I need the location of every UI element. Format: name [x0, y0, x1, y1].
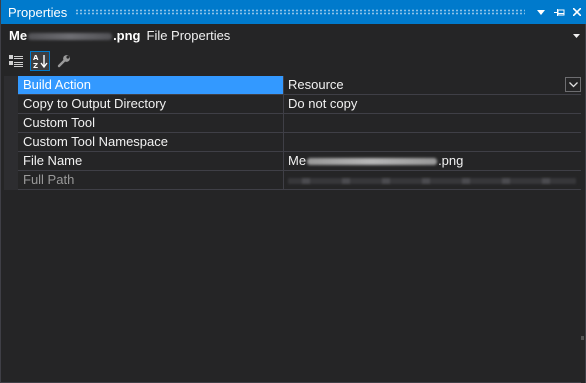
object-selector[interactable]: Me .png File Properties	[4, 24, 584, 46]
alphabetical-button[interactable]: A Z	[30, 51, 50, 71]
property-value[interactable]	[285, 133, 583, 151]
property-row-full-path[interactable]: Full Path	[4, 171, 583, 190]
property-grid: Build Action Resource Copy to Output Dir…	[4, 76, 583, 190]
close-button[interactable]	[569, 2, 585, 22]
pin-button[interactable]	[551, 2, 567, 22]
chevron-down-icon[interactable]	[573, 30, 580, 40]
categorized-button[interactable]	[6, 51, 26, 71]
property-name: Copy to Output Directory	[18, 95, 284, 113]
property-value-dropdown[interactable]: Resource	[285, 76, 583, 94]
redacted-text	[288, 177, 576, 184]
property-row-copy-to-output[interactable]: Copy to Output Directory Do not copy	[4, 95, 583, 114]
title-bar: Properties	[1, 0, 586, 24]
row-margin	[4, 133, 18, 152]
property-value[interactable]	[285, 114, 583, 132]
value-dropdown-button[interactable]	[565, 77, 581, 92]
close-icon	[573, 8, 581, 16]
property-value[interactable]: Me .png	[285, 152, 583, 170]
redacted-text	[307, 158, 438, 166]
chevron-down-icon	[537, 9, 545, 15]
property-name: Full Path	[18, 171, 284, 189]
property-name: Custom Tool Namespace	[18, 133, 284, 151]
property-pages-button[interactable]	[54, 51, 74, 71]
property-name: File Name	[18, 152, 284, 170]
svg-text:Z: Z	[33, 62, 38, 69]
row-margin	[4, 171, 18, 190]
svg-text:A: A	[33, 54, 39, 62]
property-row-file-name[interactable]: File Name Me .png	[4, 152, 583, 171]
property-value[interactable]	[285, 171, 583, 189]
row-margin	[4, 152, 18, 171]
pin-icon	[553, 8, 564, 16]
property-value[interactable]: Do not copy	[285, 95, 583, 113]
property-row-custom-tool-namespace[interactable]: Custom Tool Namespace	[4, 133, 583, 152]
property-row-build-action[interactable]: Build Action Resource	[4, 76, 583, 95]
properties-toolbar: A Z	[6, 50, 74, 72]
vertical-scrollbar[interactable]	[581, 70, 585, 383]
property-row-custom-tool[interactable]: Custom Tool	[4, 114, 583, 133]
property-value: Resource	[288, 77, 344, 92]
redacted-text	[28, 32, 113, 40]
property-name: Build Action	[18, 76, 284, 94]
row-margin	[4, 76, 18, 95]
window-position-dropdown-button[interactable]	[533, 2, 549, 22]
chevron-down-icon	[568, 81, 578, 87]
row-margin	[4, 114, 18, 133]
selected-object-type: File Properties	[146, 27, 231, 43]
properties-window: Properties Me .png File Properties A Z B…	[0, 0, 586, 383]
property-name: Custom Tool	[18, 114, 284, 132]
wrench-icon	[57, 55, 70, 68]
title-grip[interactable]	[75, 9, 525, 15]
window-title: Properties	[8, 4, 68, 20]
splitter-handle[interactable]	[581, 336, 584, 340]
selected-object-name: Me .png	[9, 27, 141, 43]
row-margin	[4, 95, 18, 114]
categorized-icon	[9, 54, 23, 67]
alphabetical-sort-icon: A Z	[33, 54, 48, 69]
